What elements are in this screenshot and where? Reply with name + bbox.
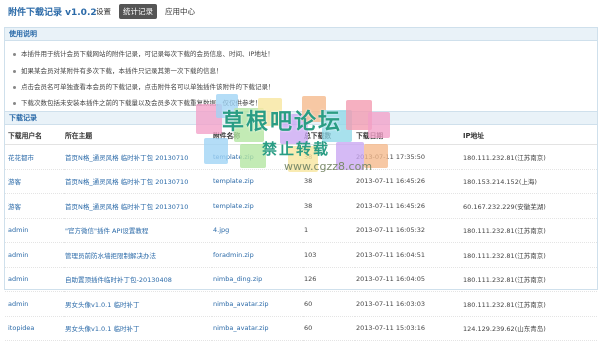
nav-settings[interactable]: 设置 [92, 4, 115, 19]
watermark-title: 草根吧论坛 [222, 110, 343, 135]
download-count: 60 [303, 291, 355, 317]
download-count: 1 [303, 218, 355, 243]
col-topic: 所在主题 [64, 126, 212, 145]
ip-address: 180.111.232.81(江苏南京) [462, 218, 597, 243]
watermark-tile [368, 112, 390, 138]
username-link[interactable]: admin [5, 218, 64, 243]
topic-link[interactable]: 首页N格_通灵风格 临时补丁包 20130710 [64, 193, 212, 219]
download-date: 2013-07-11 16:45:26 [355, 193, 462, 219]
bullet-icon [13, 69, 16, 73]
top-bar: 附件下载记录 v1.0.2 设置 统计记录 应用中心 [0, 0, 600, 22]
note-item: 点击会员名可单独查看本会员的下载记录，点击附件名可以单独插件该附件的下载记录！ [13, 81, 275, 91]
topic-link[interactable]: 首页N格_通灵风格 临时补丁包 20130710 [64, 144, 212, 170]
ip-address: 180.111.232.81(江苏南京) [462, 242, 597, 268]
bullet-icon [13, 85, 16, 89]
topic-link[interactable]: "官方微信"插件 API设置教程 [64, 218, 212, 243]
download-count: 60 [303, 316, 355, 341]
watermark-url: www.cgzz8.com [284, 160, 373, 173]
download-date: 2013-07-11 15:03:16 [355, 316, 462, 341]
username-link[interactable]: admin [5, 291, 64, 317]
note-text: 如果某会员对某附件有多次下载，本插件只记录其第一次下载的信息！ [21, 67, 223, 75]
note-item: 本插件用于统计会员下载网站的附件记录，可记录每次下载的会员信息、时间、IP地址！ [13, 48, 274, 58]
username-link[interactable]: 游客 [5, 169, 64, 194]
filename-link[interactable]: foradmin.zip [212, 242, 303, 268]
usage-notes-heading: 使用说明 [5, 28, 597, 41]
table-row: admin "官方微信"插件 API设置教程 4.jpg 1 2013-07-11 16… [5, 218, 597, 243]
username-link[interactable]: admin [5, 242, 64, 268]
username-link[interactable]: 游客 [5, 193, 64, 219]
download-date: 2013-07-11 16:03:03 [355, 291, 462, 317]
nav-statistics[interactable]: 统计记录 [119, 4, 157, 19]
ip-address: 124.129.239.62(山东青岛) [462, 316, 597, 341]
table-row: admin 男女头像v1.0.1 临时补丁 nimba_avatar.zip 60 20… [5, 291, 597, 317]
username-link[interactable]: 花花都市 [5, 144, 64, 170]
bullet-icon [13, 52, 16, 56]
topic-link[interactable]: 男女头像v1.0.1 临时补丁 [64, 316, 212, 341]
download-date: 2013-07-11 16:05:32 [355, 218, 462, 243]
ip-address: 60.167.232.229(安徽芜湖) [462, 193, 597, 219]
note-text: 点击会员名可单独查看本会员的下载记录，点击附件名可以单独插件该附件的下载记录！ [21, 83, 275, 91]
ip-address: 180.111.232.81(江苏南京) [462, 144, 597, 170]
topic-link[interactable]: 首页N格_通灵风格 临时补丁包 20130710 [64, 169, 212, 194]
download-date: 2013-07-11 16:04:51 [355, 242, 462, 268]
username-link[interactable]: itopidea [5, 316, 64, 341]
topic-link[interactable]: 管理员前防水墙拒限制解决办法 [64, 242, 212, 268]
download-count: 38 [303, 193, 355, 219]
plugin-title: 附件下载记录 v1.0.2 [8, 8, 97, 18]
ip-address: 180.153.214.152(上海) [462, 169, 597, 194]
table-row: admin 管理员前防水墙拒限制解决办法 foradmin.zip 103 2013-0… [5, 242, 597, 268]
download-count: 103 [303, 242, 355, 268]
filename-link[interactable]: nimba_avatar.zip [212, 316, 303, 341]
filename-link[interactable]: nimba_avatar.zip [212, 291, 303, 317]
col-ip: IP地址 [462, 126, 597, 145]
ip-address: 180.111.232.81(江苏南京) [462, 291, 597, 317]
watermark-tile [204, 138, 228, 164]
watermark-subtitle: 禁止转载 [262, 140, 331, 158]
filename-link[interactable]: 4.jpg [212, 218, 303, 243]
bullet-icon [13, 101, 16, 105]
nav-app-center[interactable]: 应用中心 [161, 4, 199, 19]
col-username: 下载用户名 [5, 126, 64, 145]
top-nav: 设置 统计记录 应用中心 [92, 4, 199, 19]
note-text: 本插件用于统计会员下载网站的附件记录，可记录每次下载的会员信息、时间、IP地址！ [21, 50, 274, 58]
topic-link[interactable]: 男女头像v1.0.1 临时补丁 [64, 291, 212, 317]
filename-link[interactable]: template.zip [212, 193, 303, 219]
note-item: 如果某会员对某附件有多次下载，本插件只记录其第一次下载的信息！ [13, 65, 223, 75]
table-row: itopidea 男女头像v1.0.1 临时补丁 nimba_avatar.zip 6… [5, 316, 597, 341]
table-row: 游客 首页N格_通灵风格 临时补丁包 20130710 template.zip 38… [5, 193, 597, 219]
